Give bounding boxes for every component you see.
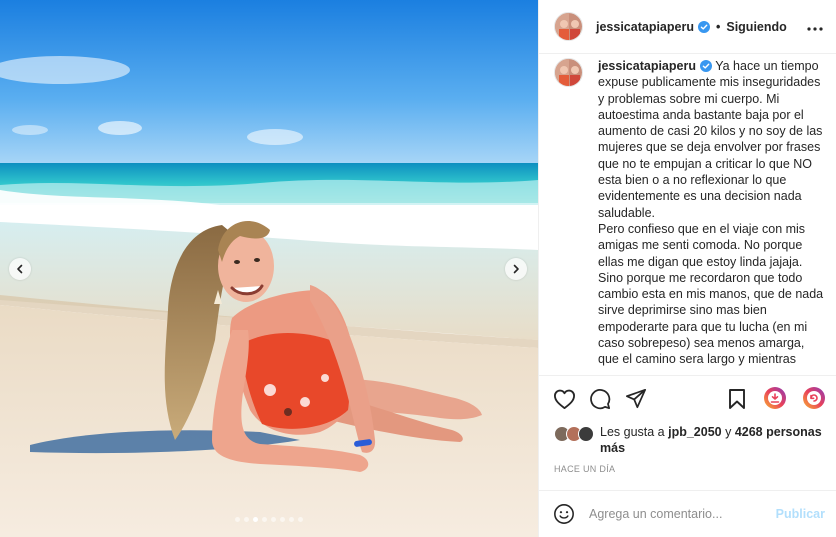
carousel-dot [298, 517, 303, 522]
carousel-dot [262, 517, 267, 522]
carousel-indicator [0, 517, 538, 522]
post-header: jessicatapiaperu • Siguiendo [539, 0, 836, 54]
likes-middle: y [721, 425, 735, 439]
likes-prefix: Les gusta a [600, 425, 669, 439]
share-icon [626, 388, 646, 409]
caption-body: Ya hace un tiempo expuse publicamente mi… [598, 59, 824, 367]
likes-text[interactable]: Les gusta a jpb_2050 y 4268 personas más [600, 424, 829, 456]
comment-button[interactable] [589, 388, 611, 413]
action-bar [539, 375, 836, 421]
avatar [578, 426, 594, 442]
carousel-dot [280, 517, 285, 522]
more-options-button[interactable] [807, 20, 823, 34]
post-media[interactable] [0, 0, 538, 537]
carousel-prev-button[interactable] [9, 258, 31, 280]
comment-input[interactable] [589, 507, 769, 521]
publish-button[interactable]: Publicar [776, 507, 825, 521]
caption-text: jessicatapiaperu Ya hace un tiempo expus… [598, 58, 825, 368]
like-button[interactable] [553, 388, 576, 413]
extension-button-2[interactable] [802, 386, 826, 413]
heart-icon [554, 389, 575, 410]
likes-summary: Les gusta a jpb_2050 y 4268 personas más [554, 424, 829, 456]
chevron-right-icon [513, 264, 519, 274]
liker-username[interactable]: jpb_2050 [668, 425, 722, 439]
comment-icon [590, 389, 611, 410]
verified-badge-icon [699, 60, 712, 72]
comment-form: Publicar [539, 490, 836, 537]
bookmark-icon [729, 389, 745, 409]
carousel-dot [253, 517, 258, 522]
extension-icon [803, 387, 825, 409]
comments-section[interactable]: jessicatapiaperu Ya hace un tiempo expus… [539, 54, 836, 375]
caption-avatar[interactable] [554, 58, 583, 87]
avatar[interactable] [554, 12, 583, 41]
carousel-dot [289, 517, 294, 522]
caption: jessicatapiaperu Ya hace un tiempo expus… [554, 58, 825, 368]
more-options-icon [807, 27, 823, 31]
carousel-dot [244, 517, 249, 522]
post-side-panel: jessicatapiaperu • Siguiendo jessicatapi… [538, 0, 836, 537]
header-username[interactable]: jessicatapiaperu [596, 20, 694, 34]
carousel-dot [271, 517, 276, 522]
extension-icon [764, 387, 786, 409]
post-timestamp[interactable]: HACE UN DÍA [554, 464, 615, 474]
liker-avatars[interactable] [554, 424, 598, 444]
extension-button-1[interactable] [763, 386, 787, 413]
carousel-next-button[interactable] [505, 258, 527, 280]
verified-badge-icon [697, 20, 710, 33]
header-separator: • [715, 19, 721, 34]
following-button[interactable]: Siguiendo [726, 20, 786, 34]
chevron-left-icon [17, 264, 23, 274]
save-button[interactable] [728, 388, 746, 413]
share-button[interactable] [625, 388, 647, 412]
caption-username[interactable]: jessicatapiaperu [598, 59, 696, 73]
post-photo [0, 0, 538, 537]
carousel-dot [235, 517, 240, 522]
emoji-icon[interactable] [553, 503, 575, 525]
